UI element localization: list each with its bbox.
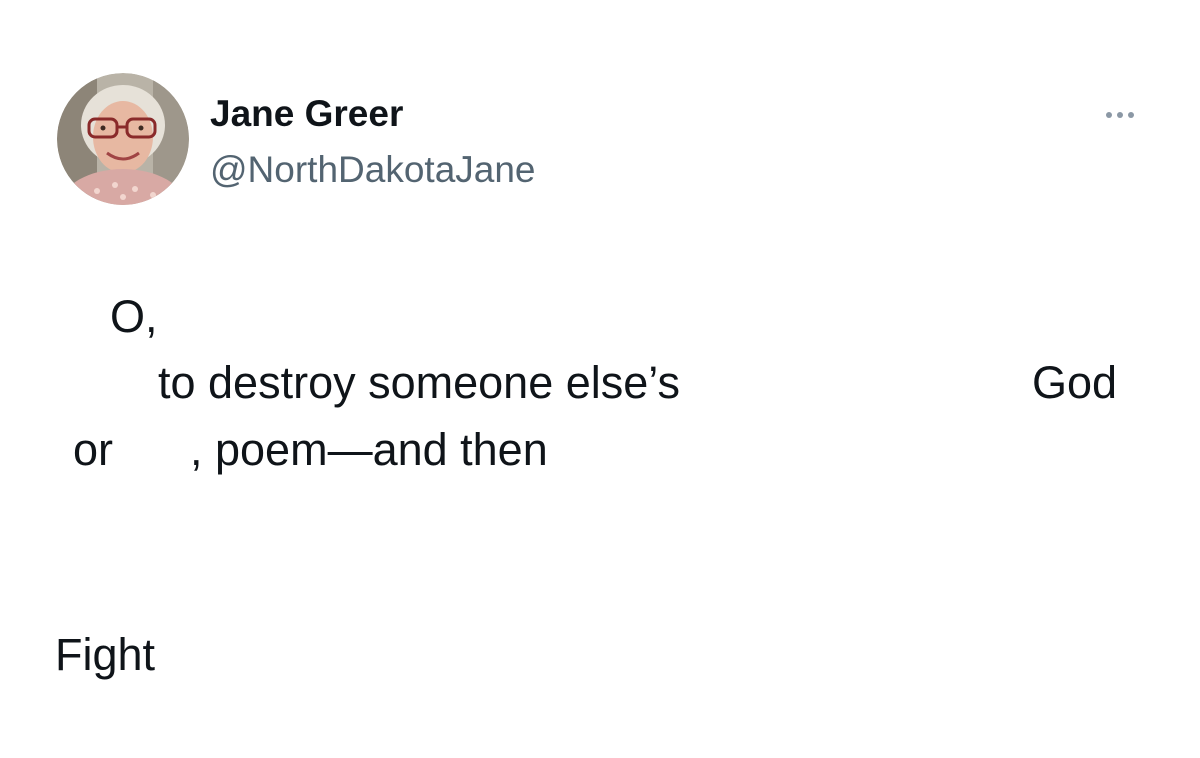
- tweet-card: Jane Greer @NorthDakotaJane O, to destro…: [0, 0, 1200, 758]
- ellipsis-icon: [1117, 112, 1123, 118]
- poem-line-4: Fight: [55, 629, 156, 680]
- author-display-name[interactable]: Jane Greer: [210, 92, 403, 136]
- author-avatar[interactable]: [57, 73, 189, 205]
- profile-photo-icon: [57, 73, 189, 205]
- ellipsis-icon: [1106, 112, 1112, 118]
- poem-line-3-end: , poem—and then: [190, 424, 548, 475]
- poem-line-1: O,: [110, 291, 158, 342]
- poem-line-2-start: to destroy someone else’s: [158, 357, 680, 408]
- poem-line-2-end: God: [1032, 357, 1118, 408]
- more-options-button[interactable]: [1096, 100, 1144, 130]
- poem-line-3-start: or: [73, 424, 114, 475]
- author-handle[interactable]: @NorthDakotaJane: [210, 146, 536, 194]
- ellipsis-icon: [1128, 112, 1134, 118]
